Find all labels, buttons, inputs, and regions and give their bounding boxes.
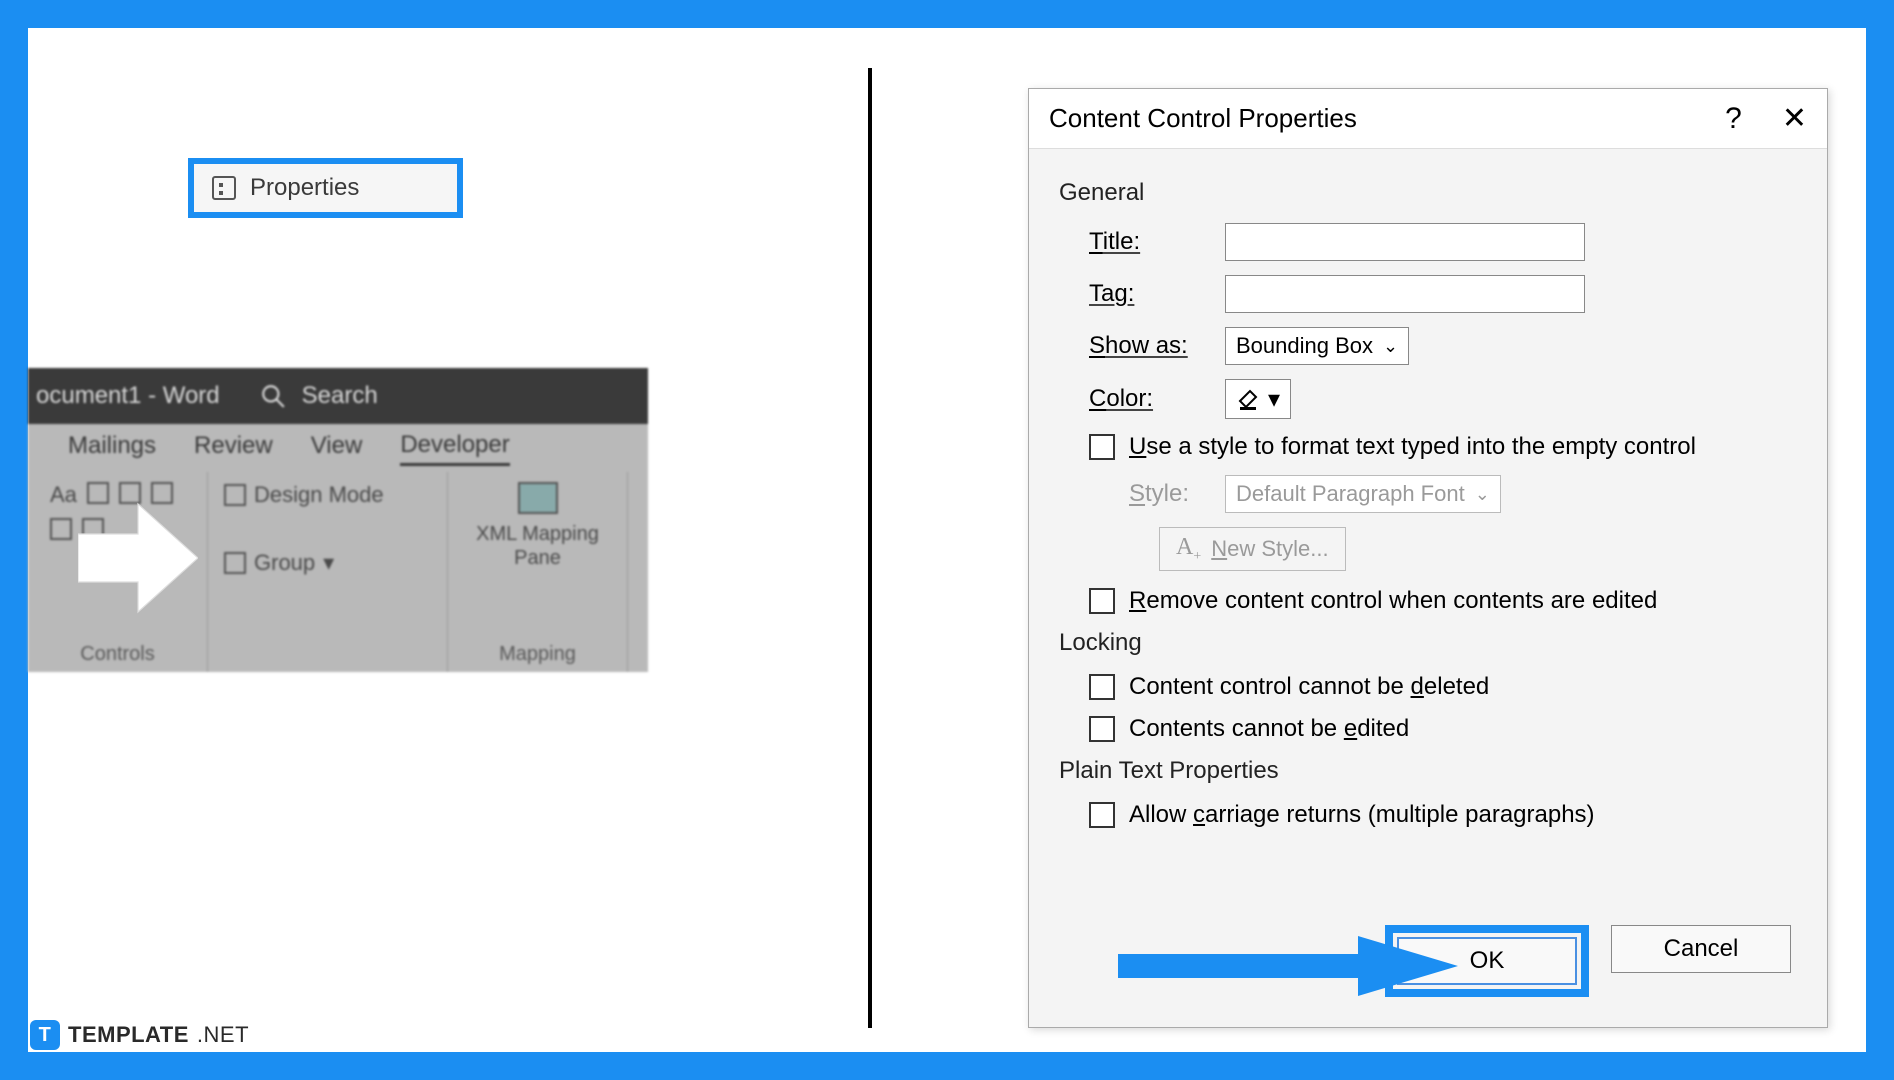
watermark: T TEMPLATE .NET: [30, 1020, 249, 1050]
design-mode-button[interactable]: Design Mode: [224, 482, 384, 508]
title-bar: ocument1 - Word Search: [28, 368, 648, 424]
tag-label: Tag:: [1089, 280, 1209, 308]
tab-developer[interactable]: Developer: [400, 431, 509, 466]
tab-review[interactable]: Review: [194, 432, 273, 464]
cannot-edit-label: Contents cannot be edited: [1129, 715, 1409, 743]
group-button[interactable]: Group ▾: [224, 550, 384, 576]
title-label: Title:: [1089, 228, 1209, 256]
properties-icon: [212, 176, 236, 200]
color-label: Color:: [1089, 385, 1209, 413]
new-style-button: A+ New Style...: [1159, 527, 1346, 571]
dialog-titlebar: Content Control Properties ? ✕: [1029, 89, 1827, 149]
tab-mailings[interactable]: Mailings: [68, 432, 156, 464]
section-plaintext: Plain Text Properties: [1059, 757, 1797, 785]
style-label: Style:: [1129, 480, 1209, 508]
cannot-delete-label: Content control cannot be deleted: [1129, 673, 1489, 701]
search-box[interactable]: Search: [260, 382, 378, 410]
close-button[interactable]: ✕: [1782, 101, 1807, 136]
pointer-arrow-icon: [1118, 936, 1458, 996]
pointer-arrow-icon: [78, 498, 198, 618]
chevron-down-icon: ⌄: [1383, 336, 1398, 357]
watermark-suffix: .NET: [197, 1022, 249, 1048]
group-icon: [224, 552, 246, 574]
use-style-label: Use a style to format text typed into th…: [1129, 433, 1696, 461]
properties-icon: [224, 518, 246, 540]
title-input[interactable]: [1225, 223, 1585, 261]
vertical-divider: [868, 68, 872, 1028]
section-locking: Locking: [1059, 629, 1797, 657]
show-as-dropdown[interactable]: Bounding Box ⌄: [1225, 327, 1409, 365]
aa-icon[interactable]: Aa: [50, 482, 77, 508]
template-logo-icon: T: [30, 1020, 60, 1050]
group-controls: Design Mode Properties Group ▾: [208, 472, 448, 672]
search-icon: [260, 383, 286, 409]
section-general: General: [1059, 179, 1797, 207]
chevron-down-icon: ▾: [323, 550, 334, 576]
control-icon[interactable]: [50, 518, 72, 540]
cannot-delete-checkbox[interactable]: [1089, 674, 1115, 700]
chevron-down-icon: ▾: [1268, 385, 1280, 414]
properties-label: Properties: [250, 174, 359, 202]
search-placeholder: Search: [302, 382, 378, 410]
ribbon-tabs: Mailings Review View Developer: [28, 424, 648, 472]
properties-button[interactable]: Properties: [188, 158, 463, 218]
style-dropdown: Default Paragraph Font ⌄: [1225, 475, 1501, 513]
paint-bucket-icon: [1236, 387, 1260, 411]
tab-view[interactable]: View: [311, 432, 363, 464]
remove-control-label: Remove content control when contents are…: [1129, 587, 1657, 615]
carriage-returns-checkbox[interactable]: [1089, 802, 1115, 828]
cancel-button[interactable]: Cancel: [1611, 925, 1791, 973]
use-style-checkbox[interactable]: [1089, 434, 1115, 460]
tag-input[interactable]: [1225, 275, 1585, 313]
xml-mapping-icon[interactable]: [518, 482, 558, 514]
content-control-properties-dialog: Content Control Properties ? ✕ General T…: [1028, 88, 1828, 1028]
group-mapping: XML Mapping Pane Mapping: [448, 472, 628, 672]
show-as-label: Show as:: [1089, 332, 1209, 360]
help-button[interactable]: ?: [1725, 102, 1742, 136]
group-label-mapping: Mapping: [499, 643, 576, 666]
color-dropdown[interactable]: ▾: [1225, 379, 1291, 419]
group-label-controls: Controls: [80, 643, 154, 666]
watermark-brand: TEMPLATE: [68, 1022, 189, 1048]
remove-control-checkbox[interactable]: [1089, 588, 1115, 614]
design-mode-icon: [224, 484, 246, 506]
new-style-icon: A+: [1176, 534, 1201, 565]
xml-mapping-label[interactable]: XML Mapping Pane: [464, 522, 611, 570]
chevron-down-icon: ⌄: [1475, 484, 1490, 505]
document-name: ocument1 - Word: [36, 382, 220, 410]
carriage-returns-label: Allow carriage returns (multiple paragra…: [1129, 801, 1595, 829]
cannot-edit-checkbox[interactable]: [1089, 716, 1115, 742]
dialog-title: Content Control Properties: [1049, 103, 1357, 134]
